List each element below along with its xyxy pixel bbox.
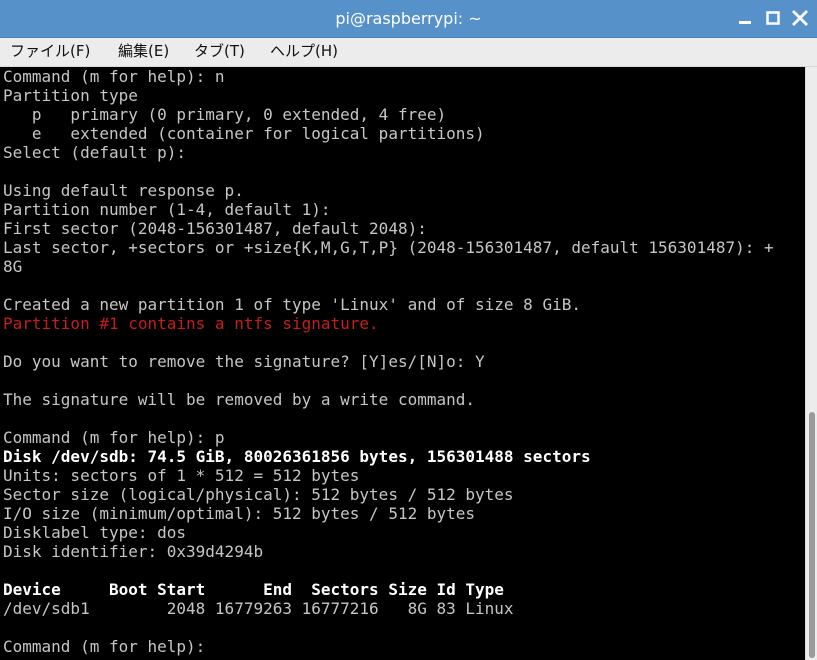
terminal-line: Command (m for help): p <box>3 428 225 447</box>
terminal-window: pi@raspberrypi: ~ ファイル(F) 編集(E) タブ(T) ヘル… <box>0 0 817 660</box>
terminal-line: Command (m for help): n <box>3 67 225 86</box>
maximize-button[interactable] <box>764 9 782 27</box>
menu-file[interactable]: ファイル(F) <box>10 38 90 66</box>
terminal-line: Partition type <box>3 86 138 105</box>
terminal-line: p primary (0 primary, 0 extended, 4 free… <box>3 105 447 124</box>
terminal-line: Last sector, +sectors or +size{K,M,G,T,P… <box>3 238 774 257</box>
terminal-line: Do you want to remove the signature? [Y]… <box>3 352 485 371</box>
terminal-line: 8G <box>3 257 23 276</box>
window-title: pi@raspberrypi: ~ <box>335 9 482 28</box>
title-bar[interactable]: pi@raspberrypi: ~ <box>0 0 817 38</box>
terminal-line: Partition number (1-4, default 1): <box>3 200 331 219</box>
close-icon <box>792 10 808 26</box>
terminal-line: /dev/sdb1 2048 16779263 16777216 8G 83 L… <box>3 599 514 618</box>
terminal-line: Created a new partition 1 of type 'Linux… <box>3 295 581 314</box>
terminal-line: Command (m for help): <box>3 637 215 656</box>
terminal-line: Device Boot Start End Sectors Size Id Ty… <box>3 580 504 599</box>
terminal-line: Partition #1 contains a ntfs signature. <box>3 314 379 333</box>
close-button[interactable] <box>791 9 809 27</box>
terminal-line: Select (default p): <box>3 143 187 162</box>
terminal-line: Using default response p. <box>3 181 244 200</box>
terminal-line: Disk /dev/sdb: 74.5 GiB, 80026361856 byt… <box>3 447 591 466</box>
minimize-button[interactable] <box>736 9 754 27</box>
terminal-line: I/O size (minimum/optimal): 512 bytes / … <box>3 504 476 523</box>
vertical-scrollbar[interactable] <box>805 67 817 660</box>
maximize-icon <box>766 11 780 25</box>
menu-edit[interactable]: 編集(E) <box>118 38 169 66</box>
terminal-line: The signature will be removed by a write… <box>3 390 476 409</box>
terminal-line: Sector size (logical/physical): 512 byte… <box>3 485 514 504</box>
terminal-line: Disk identifier: 0x39d4294b <box>3 542 264 561</box>
menu-bar: ファイル(F) 編集(E) タブ(T) ヘルプ(H) <box>0 38 817 67</box>
menu-tabs[interactable]: タブ(T) <box>194 38 245 66</box>
terminal-line: Units: sectors of 1 * 512 = 512 bytes <box>3 466 360 485</box>
scrollbar-thumb[interactable] <box>809 412 815 658</box>
minimize-icon <box>739 21 751 24</box>
terminal-line: Disklabel type: dos <box>3 523 187 542</box>
terminal-output[interactable]: Command (m for help): n Partition type p … <box>0 67 805 660</box>
terminal-lines: Command (m for help): n Partition type p … <box>3 67 774 656</box>
terminal-line: First sector (2048-156301487, default 20… <box>3 219 427 238</box>
menu-help[interactable]: ヘルプ(H) <box>270 38 338 66</box>
terminal-line: e extended (container for logical partit… <box>3 124 485 143</box>
